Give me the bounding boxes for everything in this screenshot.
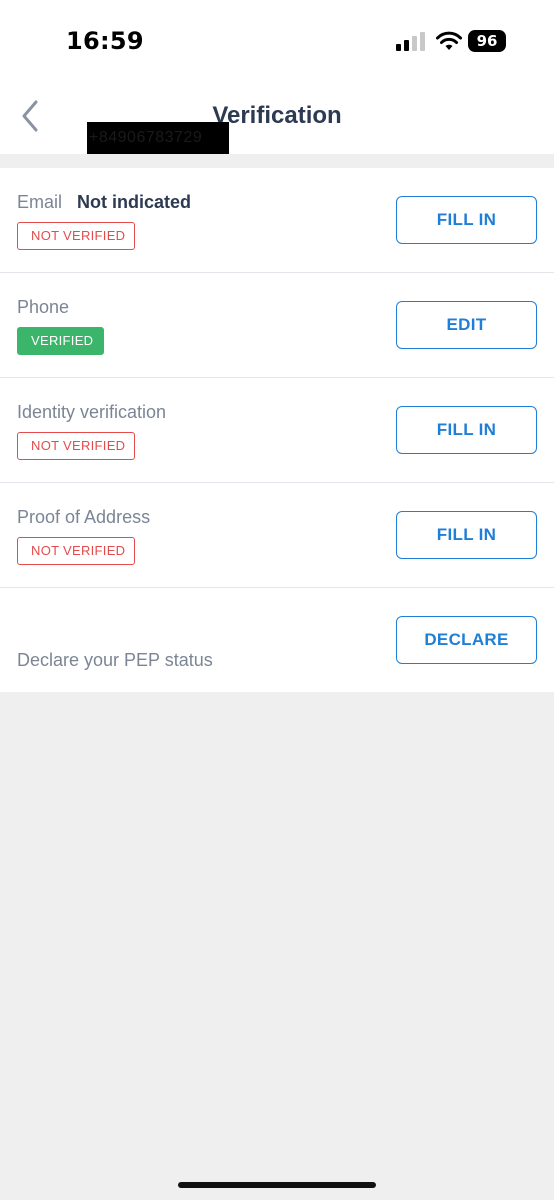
row-address: Proof of Address NOT VERIFIED FILL IN [0, 483, 554, 588]
row-pep: Declare your PEP status DECLARE [0, 588, 554, 692]
pep-declare-button[interactable]: DECLARE [396, 616, 537, 664]
phone-edit-button[interactable]: EDIT [396, 301, 537, 349]
phone-status-badge: VERIFIED [17, 327, 104, 355]
nav-header: Verification [0, 78, 554, 154]
pep-label: Declare your PEP status [17, 650, 213, 670]
address-label: Proof of Address [17, 507, 151, 527]
row-email: Email Not indicated NOT VERIFIED FILL IN [0, 168, 554, 273]
battery-icon: 96 [468, 30, 506, 52]
address-fill-in-button[interactable]: FILL IN [396, 511, 537, 559]
identity-fill-in-button[interactable]: FILL IN [396, 406, 537, 454]
identity-label: Identity verification [17, 402, 167, 422]
home-indicator [178, 1182, 376, 1188]
phone-value-redacted: +84906783729 [87, 122, 229, 154]
email-status-badge: NOT VERIFIED [17, 222, 135, 250]
battery-level: 96 [476, 32, 498, 50]
page-title: Verification [212, 102, 342, 129]
signal-icon [396, 32, 425, 51]
address-status-badge: NOT VERIFIED [17, 537, 135, 565]
row-identity: Identity verification NOT VERIFIED FILL … [0, 378, 554, 483]
row-phone: Phone VERIFIED EDIT [0, 273, 554, 378]
status-bar: 16:59 96 [0, 0, 554, 78]
wifi-icon [436, 31, 462, 50]
email-value: Not indicated [77, 192, 192, 212]
email-fill-in-button[interactable]: FILL IN [396, 196, 537, 244]
phone-value: +84906783729 [89, 129, 203, 146]
phone-label: Phone [17, 297, 70, 317]
verification-list: Email Not indicated NOT VERIFIED FILL IN… [0, 168, 554, 692]
email-label: Email [17, 192, 63, 212]
identity-status-badge: NOT VERIFIED [17, 432, 135, 460]
status-time: 16:59 [66, 27, 144, 55]
